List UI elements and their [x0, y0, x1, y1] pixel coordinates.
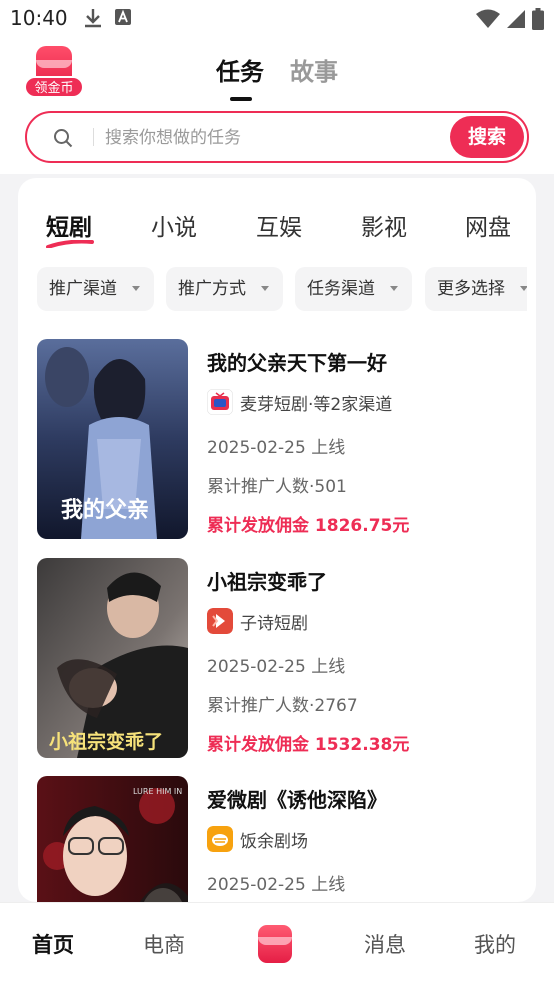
tab-tasks[interactable]: 任务	[216, 52, 264, 101]
poster-image: 我的父亲	[37, 339, 188, 539]
download-icon	[85, 9, 101, 28]
nav-profile[interactable]: 我的	[474, 929, 516, 959]
search-button[interactable]: 搜索	[450, 116, 524, 158]
filter-promo-method[interactable]: 推广方式	[166, 267, 283, 311]
category-tab-film[interactable]: 影视	[361, 208, 407, 242]
top-tabs: 任务 故事	[216, 52, 338, 101]
channel-name: 麦芽短剧·等2家渠道	[240, 394, 393, 415]
nav-messages[interactable]: 消息	[364, 929, 406, 959]
fanyu-channel-icon	[207, 826, 233, 852]
poster-title: 小祖宗变乖了	[49, 730, 163, 753]
search-icon	[54, 129, 73, 148]
poster-image: 小祖宗变乖了	[37, 558, 188, 758]
item-title: 小祖宗变乖了	[207, 570, 327, 594]
item-title: 我的父亲天下第一好	[207, 351, 387, 375]
filter-label: 更多选择	[437, 279, 505, 299]
search-bar: 搜索	[25, 111, 529, 163]
search-divider	[93, 128, 94, 146]
red-packet-nav-icon[interactable]	[258, 925, 292, 963]
caret-down-icon	[390, 286, 398, 291]
poster-title: LURE HIM IN	[133, 787, 182, 796]
nav-ecommerce[interactable]: 电商	[143, 929, 185, 959]
font-app-icon	[115, 9, 131, 25]
wifi-icon	[476, 9, 500, 28]
poster-image: LURE HIM IN	[37, 776, 188, 902]
category-tab-cloud-drive[interactable]: 网盘	[465, 208, 511, 242]
status-icons-right	[476, 8, 544, 30]
category-tabs: 短剧 小说 互娱 影视 网盘	[46, 208, 536, 248]
filter-label: 任务渠道	[307, 279, 375, 299]
poster-art: 我的父亲	[37, 339, 188, 539]
poster-title: 我的父亲	[61, 497, 149, 523]
status-bar: 10:40	[0, 0, 554, 38]
poster-art: LURE HIM IN	[37, 776, 188, 902]
bottom-nav: 首页 电商 消息 我的	[0, 902, 554, 984]
filter-row: 推广渠道 推广方式 任务渠道 更多选择	[37, 267, 527, 311]
channel-name: 饭余剧场	[240, 831, 308, 852]
caret-down-icon	[132, 286, 140, 291]
channel-row: 饭余剧场	[207, 826, 308, 852]
filter-promo-channel[interactable]: 推广渠道	[37, 267, 154, 311]
active-tab-underline	[46, 240, 94, 248]
item-commission: 累计发放佣金 1532.38元	[207, 735, 410, 755]
maiya-channel-icon	[207, 389, 233, 415]
tab-stories[interactable]: 故事	[290, 52, 338, 87]
item-title: 爱微剧《诱他深陷》	[207, 788, 387, 812]
coin-label: 领金币	[24, 76, 84, 98]
status-icons-left	[84, 8, 132, 28]
category-tab-short-drama[interactable]: 短剧	[46, 208, 92, 242]
caret-down-icon	[520, 286, 527, 291]
item-date: 2025-02-25 上线	[207, 657, 346, 677]
status-time: 10:40	[10, 6, 68, 30]
nav-home[interactable]: 首页	[32, 929, 74, 959]
battery-icon	[532, 8, 544, 30]
header: 领金币 任务 故事 搜索	[0, 38, 554, 174]
filter-label: 推广渠道	[49, 279, 117, 299]
poster-art: 小祖宗变乖了	[37, 558, 188, 758]
category-tab-entertainment[interactable]: 互娱	[256, 208, 302, 242]
category-tab-novel[interactable]: 小说	[151, 208, 197, 242]
channel-row: 子诗短剧	[207, 608, 308, 634]
channel-row: 麦芽短剧·等2家渠道	[207, 389, 392, 415]
task-item[interactable]: LURE HIM IN 爱微剧《诱他深陷》 饭余剧场 2025-02-25 上线	[37, 776, 527, 902]
search-input[interactable]	[105, 125, 445, 151]
filter-more-options[interactable]: 更多选择	[425, 267, 527, 311]
zishi-channel-icon	[207, 608, 233, 634]
task-item[interactable]: 我的父亲 我的父亲天下第一好 麦芽短剧·等2家渠道 2025-02-25 上线 …	[37, 339, 527, 539]
task-item[interactable]: 小祖宗变乖了 小祖宗变乖了 子诗短剧 2025-02-25 上线 累计推广人数·…	[37, 558, 527, 758]
item-promoter-count: 累计推广人数·501	[207, 477, 347, 497]
item-date: 2025-02-25 上线	[207, 875, 346, 895]
item-commission: 累计发放佣金 1826.75元	[207, 516, 410, 536]
task-list-card: 短剧 小说 互娱 影视 网盘 推广渠道 推广方式 任务渠道 更多选择 我的父亲 …	[18, 178, 536, 902]
coin-button[interactable]: 领金币	[24, 46, 84, 100]
filter-label: 推广方式	[178, 279, 246, 299]
filter-task-channel[interactable]: 任务渠道	[295, 267, 412, 311]
caret-down-icon	[261, 286, 269, 291]
signal-icon	[507, 10, 525, 28]
item-date: 2025-02-25 上线	[207, 438, 346, 458]
channel-name: 子诗短剧	[240, 613, 308, 634]
item-promoter-count: 累计推广人数·2767	[207, 696, 358, 716]
